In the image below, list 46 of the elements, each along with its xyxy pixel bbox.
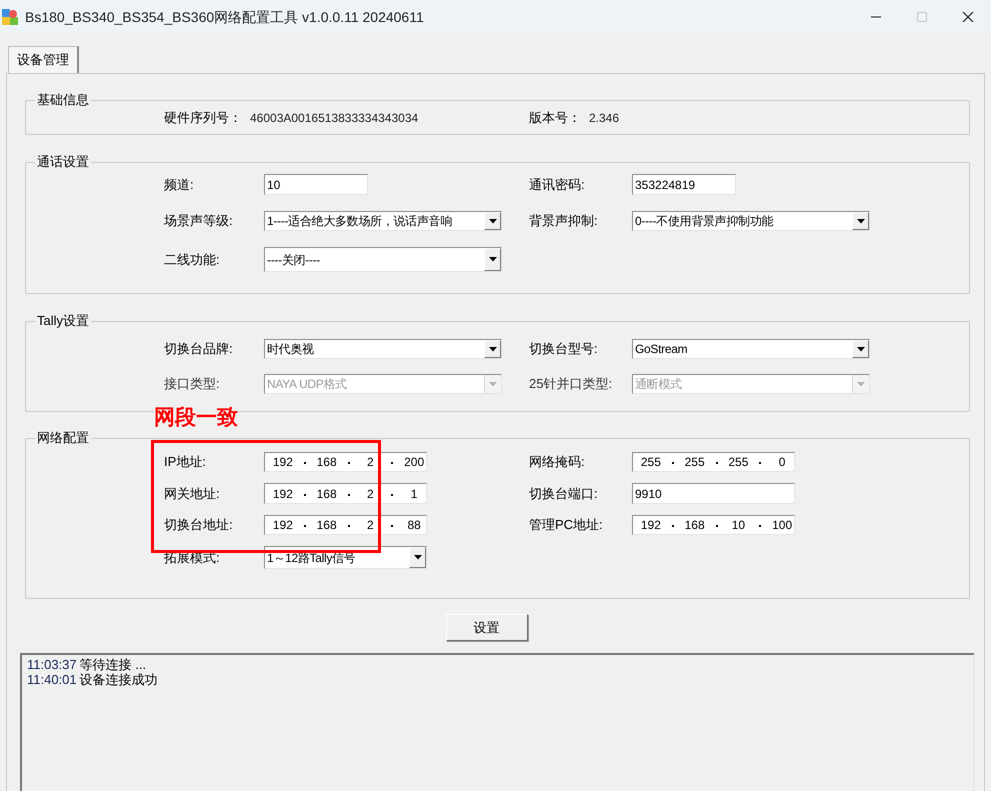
info-value: 46003A0016513833334343034	[250, 110, 418, 127]
field-label: 网络掩码:	[529, 453, 586, 472]
field-label: 25针并口类型:	[529, 375, 614, 394]
ip-address-field[interactable]: 192 168 2 1	[264, 483, 427, 504]
group-title: 基础信息	[35, 91, 91, 109]
ip-address-field[interactable]: 192 168 2 88	[264, 515, 427, 535]
field-label: 网关地址:	[164, 484, 221, 503]
maximize-icon	[916, 12, 928, 22]
close-icon	[962, 12, 974, 22]
dropdown[interactable]: 1----适合绝大多数场所，说话声音响	[264, 211, 502, 231]
set-button[interactable]: 设置	[446, 614, 528, 641]
info-value: 2.346	[589, 110, 620, 127]
tab[interactable]: 设备管理	[8, 46, 79, 73]
ip-address-field[interactable]: 255 255 255 0	[632, 452, 795, 472]
ip-address-field[interactable]: 192 168 2 200	[264, 452, 427, 472]
input-field[interactable]: 9910	[632, 483, 795, 504]
dropdown[interactable]: ----关闭----	[264, 247, 502, 272]
field-label: 切换台端口:	[529, 484, 599, 503]
field-label: 场景声等级:	[164, 212, 234, 230]
field-label: 切换台地址:	[164, 516, 234, 534]
group-title: 网络配置	[35, 429, 91, 447]
dropdown[interactable]: 0----不使用背景声抑制功能	[632, 211, 870, 231]
dropdown[interactable]: 时代奥视	[264, 339, 502, 359]
log-time: 11:40:01	[27, 672, 77, 687]
field-label: IP地址:	[164, 453, 207, 472]
window-title: Bs180_BS340_BS354_BS360网络配置工具 v1.0.0.11 20240611	[25, 8, 424, 27]
field-label: 接口类型:	[164, 375, 221, 394]
field-label: 二线功能:	[164, 250, 221, 269]
input-field[interactable]: 10	[264, 174, 368, 195]
field-label: 背景声抑制:	[529, 212, 599, 230]
log-time: 11:03:37	[27, 657, 77, 672]
field-label: 切换台型号:	[529, 340, 599, 358]
field-label: 管理PC地址:	[529, 516, 604, 534]
field-label: 频道:	[164, 176, 195, 194]
field-label: 硬件序列号：	[164, 109, 242, 128]
app-icon	[2, 9, 18, 25]
group-title: Tally设置	[35, 312, 92, 330]
log-message: 等待连接 ...	[80, 657, 146, 672]
log-message: 设备连接成功	[80, 672, 158, 687]
field-label: 通讯密码:	[529, 176, 586, 194]
ip-address-field[interactable]: 192 168 10 100	[632, 515, 795, 535]
input-field[interactable]: 353224819	[632, 174, 736, 195]
field-label: 切换台品牌:	[164, 340, 234, 358]
field-label: 版本号：	[529, 109, 581, 128]
group-title: 通话设置	[35, 153, 91, 171]
dropdown[interactable]: GoStream	[632, 339, 870, 359]
